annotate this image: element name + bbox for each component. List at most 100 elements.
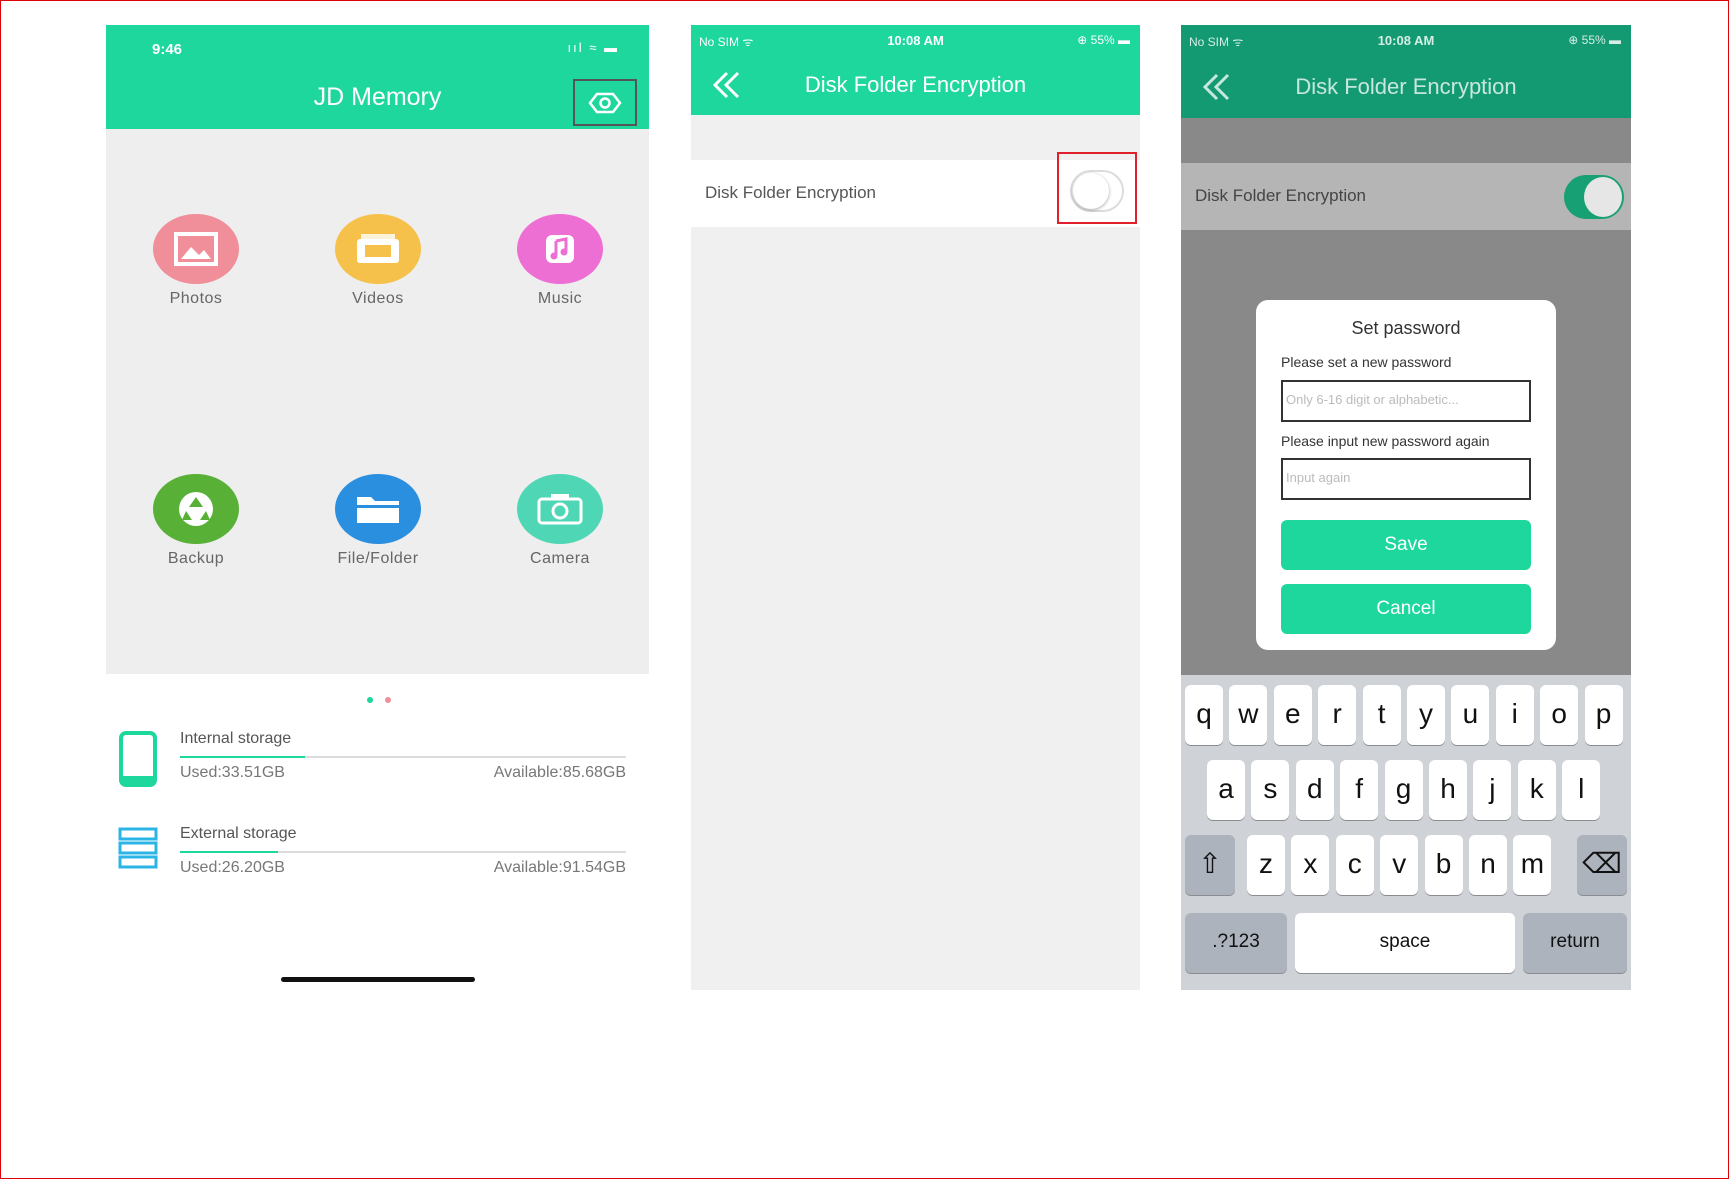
confirm-password-label: Please input new password again	[1281, 433, 1490, 449]
encryption-toggle[interactable]	[1070, 170, 1124, 212]
status-icons: ııl ≈ ▬	[567, 40, 619, 55]
tablet-icon	[119, 731, 157, 787]
key-l[interactable]: l	[1562, 760, 1601, 820]
key-h[interactable]: h	[1429, 760, 1467, 820]
app-header: 9:46 ııl ≈ ▬ JD Memory	[106, 25, 649, 129]
storage-used: Used:33.51GB	[180, 764, 285, 781]
tile-music[interactable]: Music	[500, 214, 620, 308]
status-battery: ⊕ 55% ▬	[1568, 33, 1621, 47]
key-q[interactable]: q	[1185, 685, 1223, 745]
tile-label: File/Folder	[337, 550, 419, 567]
storage-name: External storage	[180, 825, 297, 842]
key-b[interactable]: b	[1424, 835, 1463, 895]
photo-icon	[153, 214, 239, 284]
tile-file-folder[interactable]: File/Folder	[318, 474, 438, 568]
nav-header: No SIM ᯤ 10:08 AM ⊕ 55% ▬ Disk Folder En…	[691, 25, 1140, 115]
storage-name: Internal storage	[180, 730, 292, 747]
status-bar: 9:46 ııl ≈ ▬	[106, 25, 649, 58]
set-password-dialog: Set password Please set a new password O…	[1256, 300, 1556, 650]
tile-label: Music	[537, 290, 583, 307]
encryption-screen-set-password: No SIM ᯤ 10:08 AM ⊕ 55% ▬ Disk Folder En…	[1181, 25, 1631, 990]
key-r[interactable]: r	[1318, 685, 1357, 745]
onscreen-keyboard: qwertyuiop asdfghjkl ⇧ zxcvbnm ⌫ .?123 s…	[1181, 675, 1631, 990]
key-e[interactable]: e	[1273, 685, 1312, 745]
key-t[interactable]: t	[1362, 685, 1401, 745]
recycle-icon	[153, 474, 239, 544]
app-title: JD Memory	[313, 83, 442, 111]
numbers-key[interactable]: .?123	[1185, 913, 1287, 973]
nav-title: Disk Folder Encryption	[1295, 74, 1517, 99]
setting-label: Disk Folder Encryption	[1195, 186, 1367, 205]
tile-label: Camera	[530, 550, 590, 567]
key-g[interactable]: g	[1384, 760, 1423, 820]
key-o[interactable]: o	[1540, 685, 1579, 745]
status-bar: No SIM ᯤ 10:08 AM ⊕ 55% ▬	[691, 25, 1140, 53]
video-icon	[335, 214, 421, 284]
home-indicator	[281, 977, 475, 982]
page-indicator	[361, 690, 397, 708]
key-j[interactable]: j	[1473, 760, 1512, 820]
settings-button[interactable]	[573, 79, 637, 126]
key-f[interactable]: f	[1340, 760, 1379, 820]
key-m[interactable]: m	[1513, 835, 1552, 895]
key-x[interactable]: x	[1291, 835, 1330, 895]
new-password-label: Please set a new password	[1281, 354, 1452, 370]
key-v[interactable]: v	[1380, 835, 1419, 895]
page-dot	[385, 697, 391, 703]
feature-grid: Photos Videos Music Backup File/Folder C…	[106, 129, 649, 674]
status-bar: No SIM ᯤ 10:08 AM ⊕ 55% ▬	[1181, 25, 1631, 53]
key-i[interactable]: i	[1495, 685, 1534, 745]
camera-icon	[517, 474, 603, 544]
tile-label: Videos	[352, 290, 404, 307]
space-key[interactable]: space	[1295, 913, 1515, 973]
status-battery: ⊕ 55% ▬	[1077, 33, 1130, 47]
tile-camera[interactable]: Camera	[500, 474, 620, 568]
key-u[interactable]: u	[1451, 685, 1490, 745]
nav-title: Disk Folder Encryption	[804, 72, 1027, 97]
storage-usage-bar	[180, 756, 626, 758]
settings-eye-icon	[588, 92, 622, 113]
status-time: 9:46	[152, 41, 183, 58]
tile-backup[interactable]: Backup	[136, 474, 256, 568]
storage-available: Available:91.54GB	[493, 859, 626, 876]
setting-label: Disk Folder Encryption	[705, 183, 877, 202]
key-y[interactable]: y	[1407, 685, 1445, 745]
folder-icon	[335, 474, 421, 544]
toggle-knob	[1584, 177, 1622, 217]
shift-key[interactable]: ⇧	[1185, 835, 1235, 895]
home-screen: 9:46 ııl ≈ ▬ JD Memory Photos Videos Mus…	[106, 25, 649, 985]
key-s[interactable]: s	[1251, 760, 1290, 820]
toggle-knob	[1073, 173, 1109, 209]
new-password-input[interactable]: Only 6-16 digit or alphabetic...	[1281, 380, 1531, 422]
delete-key[interactable]: ⌫	[1577, 835, 1627, 895]
internal-storage[interactable]: Internal storage Used:33.51GB Available:…	[118, 730, 638, 800]
return-key[interactable]: return	[1523, 913, 1627, 973]
status-time: 10:08 AM	[1377, 33, 1435, 48]
key-w[interactable]: w	[1229, 685, 1268, 745]
tile-photos[interactable]: Photos	[136, 214, 256, 308]
encryption-toggle[interactable]	[1564, 175, 1624, 219]
server-icon	[118, 827, 158, 869]
confirm-password-input[interactable]: Input again	[1281, 458, 1531, 500]
key-p[interactable]: p	[1584, 685, 1623, 745]
tile-label: Backup	[167, 550, 225, 567]
key-k[interactable]: k	[1517, 760, 1556, 820]
key-n[interactable]: n	[1469, 835, 1507, 895]
status-time: 10:08 AM	[887, 33, 944, 48]
page-dot-active	[367, 697, 373, 703]
tile-videos[interactable]: Videos	[318, 214, 438, 308]
key-d[interactable]: d	[1295, 760, 1334, 820]
music-icon	[517, 214, 603, 284]
storage-used: Used:26.20GB	[180, 859, 285, 876]
dialog-title: Set password	[1351, 318, 1461, 338]
tile-label: Photos	[169, 290, 223, 307]
save-button[interactable]: Save	[1281, 520, 1531, 570]
external-storage[interactable]: External storage Used:26.20GB Available:…	[118, 825, 638, 895]
key-z[interactable]: z	[1247, 835, 1285, 895]
storage-usage-fill	[180, 756, 305, 758]
key-c[interactable]: c	[1335, 835, 1374, 895]
cancel-button[interactable]: Cancel	[1281, 584, 1531, 634]
encryption-screen-off: No SIM ᯤ 10:08 AM ⊕ 55% ▬ Disk Folder En…	[691, 25, 1140, 990]
storage-available: Available:85.68GB	[493, 764, 626, 781]
key-a[interactable]: a	[1207, 760, 1245, 820]
